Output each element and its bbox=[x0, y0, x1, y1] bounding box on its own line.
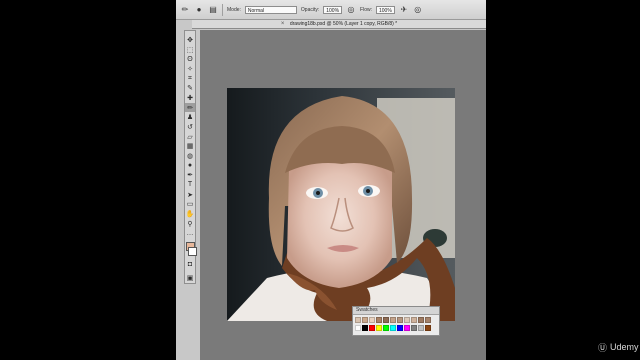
more-tools-icon[interactable]: … bbox=[185, 228, 195, 238]
flow-field[interactable]: 100% bbox=[376, 5, 395, 14]
options-bar: ✏ ● ▤ Mode: Normal Opacity: 100% ◎ Flow:… bbox=[176, 0, 486, 20]
color-swatch[interactable] bbox=[383, 325, 389, 331]
color-swatch[interactable] bbox=[362, 325, 368, 331]
color-swatch[interactable] bbox=[355, 317, 361, 323]
brush-preset-icon[interactable]: ● bbox=[194, 5, 204, 15]
move-tool-icon[interactable]: ✥ bbox=[185, 35, 195, 45]
close-tab-icon[interactable]: × bbox=[281, 21, 287, 27]
photoshop-window: ✏ ● ▤ Mode: Normal Opacity: 100% ◎ Flow:… bbox=[176, 0, 486, 360]
document-tab-title[interactable]: drawing18b.psd @ 50% (Layer 1 copy, RGB/… bbox=[290, 21, 397, 27]
color-swatch[interactable] bbox=[376, 325, 382, 331]
type-tool-icon[interactable]: T bbox=[185, 180, 195, 190]
eraser-tool-icon[interactable]: ▱ bbox=[185, 132, 195, 142]
right-pupil bbox=[366, 189, 370, 193]
airbrush-icon[interactable]: ✈ bbox=[399, 5, 409, 15]
toolbox: ✥ ⬚ ʘ ✧ ⌗ ✎ ✚ ✏ ♟ ↺ ▱ ▦ ◍ ● ✒ T ➤ ▭ ✋ ⚲… ◘ ▣ bbox=[184, 30, 197, 284]
pressure-opacity-icon[interactable]: ◎ bbox=[346, 5, 356, 15]
face bbox=[287, 158, 392, 288]
marquee-tool-icon[interactable]: ⬚ bbox=[185, 45, 195, 55]
quick-mask-icon[interactable]: ◘ bbox=[185, 260, 195, 270]
color-swatch[interactable] bbox=[390, 325, 396, 331]
path-selection-tool-icon[interactable]: ➤ bbox=[185, 190, 195, 200]
brush-tool-icon[interactable]: ✏ bbox=[180, 5, 190, 15]
color-swatch[interactable] bbox=[425, 325, 431, 331]
opacity-field[interactable]: 100% bbox=[323, 5, 343, 14]
swatches-panel: Swatches bbox=[352, 306, 440, 336]
opacity-label: Opacity: bbox=[300, 6, 320, 13]
color-swatch[interactable] bbox=[411, 317, 417, 323]
canvas-area[interactable] bbox=[200, 30, 486, 360]
color-swatch[interactable] bbox=[397, 325, 403, 331]
pressure-size-icon[interactable]: ◎ bbox=[413, 5, 423, 15]
udemy-watermark: Ⓤ Udemy bbox=[598, 340, 639, 354]
document-image[interactable] bbox=[227, 88, 455, 321]
document-tab-bar: × drawing18b.psd @ 50% (Layer 1 copy, RG… bbox=[192, 20, 486, 29]
color-swatch[interactable] bbox=[376, 317, 382, 323]
brush-panel-icon[interactable]: ▤ bbox=[208, 5, 218, 15]
color-swatch[interactable] bbox=[425, 317, 431, 323]
mode-label: Mode: bbox=[227, 6, 241, 13]
color-swatch[interactable] bbox=[383, 317, 389, 323]
lasso-tool-icon[interactable]: ʘ bbox=[185, 54, 195, 64]
clone-stamp-tool-icon[interactable]: ♟ bbox=[185, 112, 195, 122]
color-swatch[interactable] bbox=[390, 317, 396, 323]
swatch-row bbox=[353, 315, 439, 323]
udemy-logo-icon: Ⓤ bbox=[598, 342, 608, 353]
background-color-swatch[interactable] bbox=[188, 246, 197, 256]
color-swatch[interactable] bbox=[369, 325, 375, 331]
left-pupil bbox=[316, 191, 320, 195]
color-swatch[interactable] bbox=[404, 325, 410, 331]
pen-tool-icon[interactable]: ✒ bbox=[185, 170, 195, 180]
eyedropper-tool-icon[interactable]: ✎ bbox=[185, 83, 195, 93]
color-swatch[interactable] bbox=[355, 325, 361, 331]
blur-tool-icon[interactable]: ◍ bbox=[185, 151, 195, 161]
mode-select[interactable]: Normal bbox=[244, 5, 297, 14]
color-swatch[interactable] bbox=[397, 317, 403, 323]
history-brush-tool-icon[interactable]: ↺ bbox=[185, 122, 195, 132]
color-swatch[interactable] bbox=[411, 325, 417, 331]
healing-brush-tool-icon[interactable]: ✚ bbox=[185, 93, 195, 103]
color-swatch[interactable] bbox=[404, 317, 410, 323]
zoom-tool-icon[interactable]: ⚲ bbox=[185, 219, 195, 229]
color-swatch[interactable] bbox=[418, 317, 424, 323]
screen-mode-icon[interactable]: ▣ bbox=[185, 273, 195, 283]
brush-tool-icon[interactable]: ✏ bbox=[185, 102, 195, 113]
swatch-row bbox=[353, 323, 439, 331]
flow-label: Flow: bbox=[360, 6, 372, 13]
color-swatch[interactable] bbox=[362, 317, 368, 323]
watermark-text: Udemy bbox=[610, 342, 639, 352]
gradient-tool-icon[interactable]: ▦ bbox=[185, 141, 195, 151]
swatches-grid bbox=[353, 315, 439, 331]
color-swatch[interactable] bbox=[418, 325, 424, 331]
separator bbox=[222, 3, 223, 16]
swatches-panel-title: Swatches bbox=[353, 307, 439, 315]
magic-wand-tool-icon[interactable]: ✧ bbox=[185, 64, 195, 74]
hand-tool-icon[interactable]: ✋ bbox=[185, 209, 195, 219]
color-swatch[interactable] bbox=[369, 317, 375, 323]
crop-tool-icon[interactable]: ⌗ bbox=[185, 74, 195, 84]
dodge-tool-icon[interactable]: ● bbox=[185, 161, 195, 171]
shape-tool-icon[interactable]: ▭ bbox=[185, 199, 195, 209]
